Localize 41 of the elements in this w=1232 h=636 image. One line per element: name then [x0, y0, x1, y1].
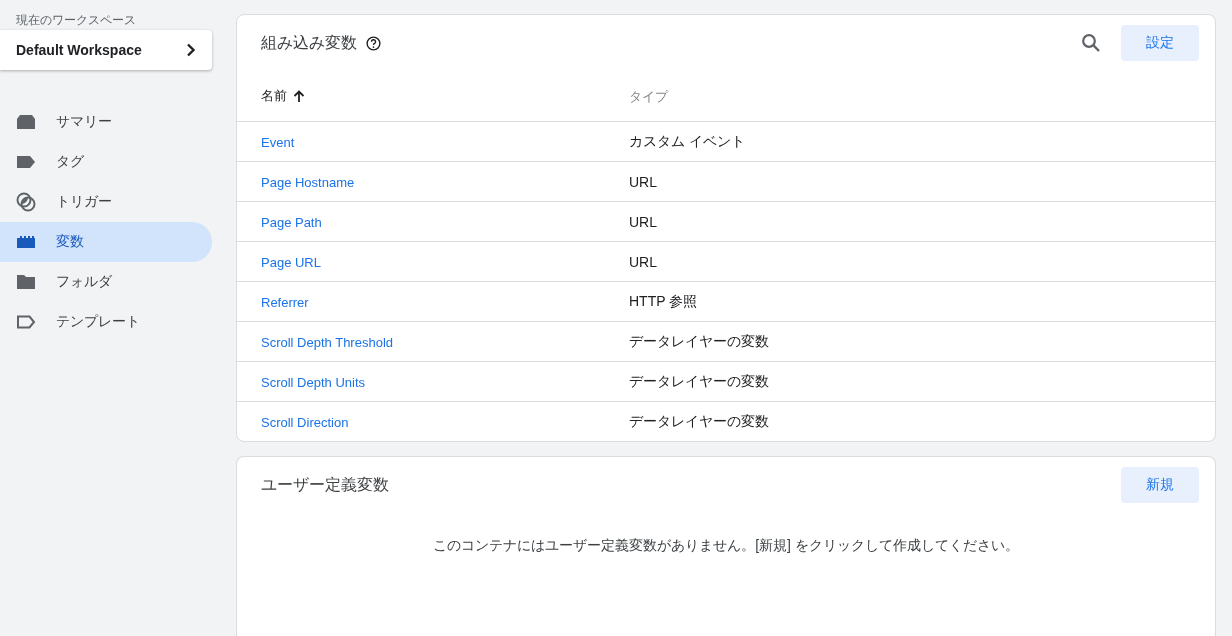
nav-item[interactable]: トリガー [0, 182, 212, 222]
column-header[interactable]: 名前 [261, 87, 287, 105]
variable-name-link[interactable]: Scroll Direction [261, 414, 349, 430]
table-cell: データレイヤーの変数 [629, 413, 769, 429]
label-icon [16, 155, 36, 169]
table-cell: URL [629, 253, 657, 270]
nav-item[interactable]: フォルダ [0, 262, 212, 302]
label-outline-icon [16, 315, 36, 329]
blocks-icon [16, 236, 36, 248]
table-cell: データレイヤーの変数 [629, 333, 769, 349]
variable-name-link[interactable]: Scroll Depth Units [261, 374, 366, 390]
nav-item[interactable]: 変数 [0, 222, 212, 262]
chevron-right-icon [186, 43, 196, 57]
card-title: ユーザー定義変数 [261, 474, 389, 495]
settings-button[interactable]: 設定 [1121, 25, 1199, 61]
help-icon[interactable] [366, 35, 381, 51]
column-header[interactable]: タイプ [629, 88, 668, 104]
workspace-label: 現在のワークスペース [15, 12, 137, 29]
table-cell: カスタム イベント [629, 133, 745, 149]
nav-item[interactable]: テンプレート [0, 302, 212, 342]
variable-name-link[interactable]: Scroll Depth Threshold [261, 334, 393, 350]
new-button[interactable]: 新規 [1121, 467, 1199, 503]
search-icon[interactable] [1081, 33, 1101, 53]
variable-name-link[interactable]: Event [261, 134, 295, 150]
card-title: 組み込み変数 [261, 32, 357, 53]
table-cell: HTTP 参照 [629, 293, 698, 309]
nav-item[interactable]: サマリー [0, 102, 212, 142]
table-cell: URL [629, 173, 657, 190]
folder-icon [16, 274, 36, 290]
circles-icon [16, 192, 36, 212]
workspace-selector[interactable]: Default Workspace [0, 30, 212, 70]
empty-message: このコンテナにはユーザー定義変数がありません。[新規] をクリックして作成してください。 [432, 537, 1020, 555]
nav-item[interactable]: タグ [0, 142, 212, 182]
variable-name-link[interactable]: Page Hostname [261, 174, 355, 190]
arrow-up-icon [293, 89, 305, 103]
variable-name-link[interactable]: Page Path [261, 214, 322, 230]
tray-icon [16, 114, 36, 130]
table-cell: URL [629, 213, 657, 230]
variable-name-link[interactable]: Referrer [261, 294, 309, 310]
variable-name-link[interactable]: Page URL [261, 254, 321, 270]
table-cell: データレイヤーの変数 [629, 373, 769, 389]
